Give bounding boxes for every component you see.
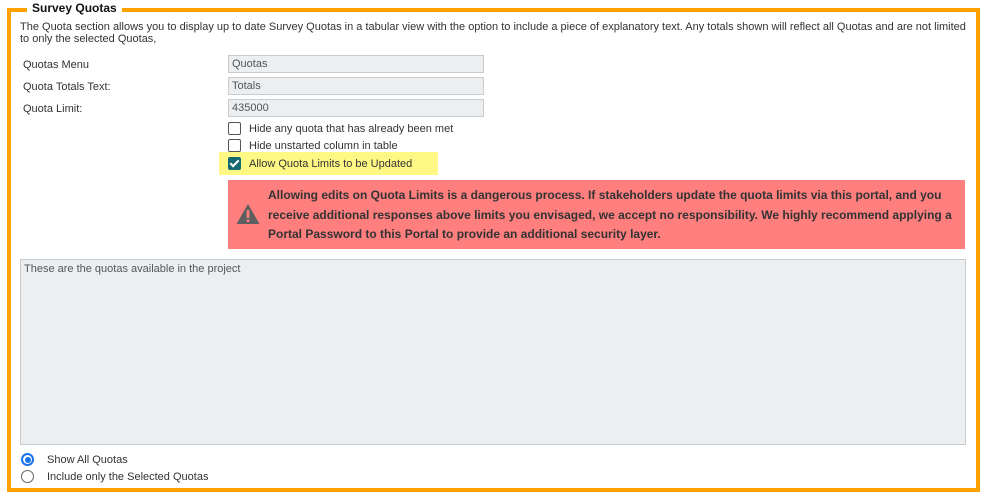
warning-text: Allowing edits on Quota Limits is a dang…	[268, 188, 952, 241]
allow-quota-limits-checkbox[interactable]	[228, 157, 241, 170]
show-all-quotas-radio-row[interactable]: Show All Quotas	[21, 452, 128, 467]
include-selected-quotas-radio-row[interactable]: Include only the Selected Quotas	[21, 469, 208, 484]
show-all-quotas-label: Show All Quotas	[47, 453, 128, 466]
section-title: Survey Quotas	[27, 1, 122, 15]
allow-quota-limits-label: Allow Quota Limits to be Updated	[249, 157, 413, 170]
hide-unstarted-column-label: Hide unstarted column in table	[249, 139, 398, 152]
allow-quota-limits-checkbox-row[interactable]: Allow Quota Limits to be Updated	[228, 156, 412, 171]
include-selected-quotas-label: Include only the Selected Quotas	[47, 470, 209, 483]
hide-unstarted-column-checkbox-row[interactable]: Hide unstarted column in table	[228, 138, 398, 153]
quota-limit-label: Quota Limit:	[23, 103, 83, 115]
hide-met-quota-checkbox[interactable]	[228, 122, 241, 135]
quota-totals-text-label: Quota Totals Text:	[23, 81, 111, 93]
warning-banner: Allowing edits on Quota Limits is a dang…	[228, 180, 965, 249]
include-selected-quotas-radio[interactable]	[21, 470, 34, 483]
explanatory-text-area[interactable]: These are the quotas available in the pr…	[20, 259, 966, 445]
warning-triangle-icon	[236, 204, 260, 224]
quota-totals-text-input[interactable]	[228, 77, 484, 95]
show-all-quotas-radio[interactable]	[21, 453, 34, 466]
quota-limit-input[interactable]	[228, 99, 484, 117]
quotas-menu-label: Quotas Menu	[23, 59, 90, 71]
quotas-menu-input[interactable]	[228, 55, 484, 73]
hide-met-quota-label: Hide any quota that has already been met	[249, 122, 454, 135]
hide-unstarted-column-checkbox[interactable]	[228, 139, 241, 152]
section-description: The Quota section allows you to display …	[20, 21, 966, 45]
hide-met-quota-checkbox-row[interactable]: Hide any quota that has already been met	[228, 121, 453, 136]
